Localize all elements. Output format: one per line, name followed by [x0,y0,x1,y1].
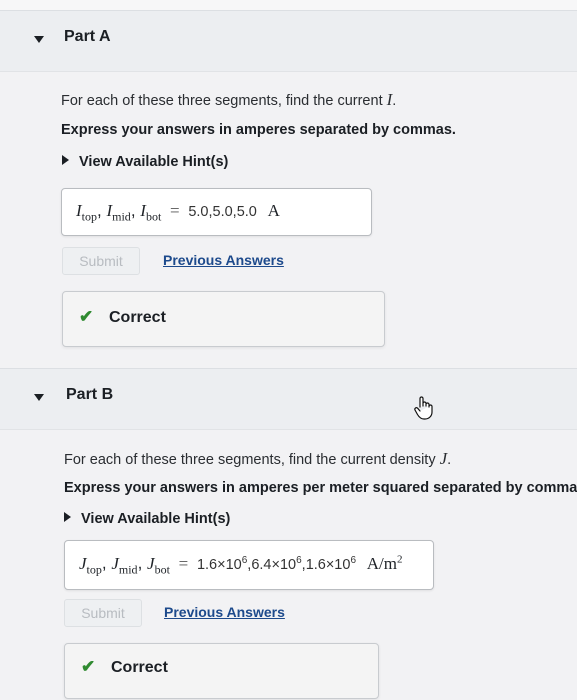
part-a-question: For each of these three segments, find t… [61,90,396,110]
part-a-header[interactable]: Part A [0,10,577,72]
part-a-answer-field[interactable]: Itop, Imid, Ibot = 5.0,5.0,5.0 A [61,188,372,236]
part-b-instruction: Express your answers in amperes per mete… [64,480,577,496]
equals-sign: = [170,201,180,220]
answer-label-j-bot: Jbot [147,553,170,577]
part-a-answer-expression: Itop, Imid, Ibot = 5.0,5.0,5.0 A [76,201,280,224]
part-a-title: Part A [64,28,111,45]
part-b-correct-label: Correct [111,659,168,676]
part-b-question-variable: J [439,449,448,468]
part-b-hint-label: View Available Hint(s) [81,511,231,527]
part-b-previous-answers-link[interactable]: Previous Answers [164,604,285,620]
caret-right-icon [64,512,71,522]
caret-right-icon [62,155,69,165]
part-b-question: For each of these three segments, find t… [64,449,451,469]
part-a-hint-label: View Available Hint(s) [79,154,229,170]
part-a-previous-answers-link[interactable]: Previous Answers [163,252,284,268]
answer-label-i-bot: Ibot [140,201,162,224]
part-b-header[interactable]: Part B [0,368,577,430]
part-a-question-text: For each of these three segments, find t… [61,93,383,109]
caret-down-icon[interactable] [34,394,44,401]
part-a-correct-label: Correct [109,309,166,326]
part-b-answer-value: 1.6×106,6.4×106,1.6×106 [196,554,357,573]
part-a-submit-button[interactable]: Submit [62,247,140,275]
part-b-correct-feedback: ✔ Correct [64,643,379,699]
part-a-instruction: Express your answers in amperes separate… [61,122,456,138]
part-a-answer-value: 5.0,5.0,5.0 [188,204,257,220]
part-a-correct-feedback: ✔ Correct [62,291,385,347]
hand-pointer-icon [414,396,433,420]
part-b-question-end: . [447,452,452,468]
equals-sign: = [178,553,189,573]
checkmark-icon: ✔ [79,307,94,326]
part-b-answer-field[interactable]: Jtop, Jmid, Jbot = 1.6×106,6.4×106,1.6×1… [64,540,434,590]
part-b-answer-unit: A/m2 [366,553,403,573]
part-b-submit-button[interactable]: Submit [64,599,142,627]
part-a-question-end: . [392,93,397,109]
answer-label-i-top: Itop [76,201,98,224]
part-b-answer-expression: Jtop, Jmid, Jbot = 1.6×106,6.4×106,1.6×1… [79,553,403,577]
part-b-question-text: For each of these three segments, find t… [64,452,436,468]
part-b-hint-toggle[interactable]: View Available Hint(s) [64,511,230,527]
answer-label-j-mid: Jmid [111,553,138,577]
part-b-title: Part B [66,386,114,403]
checkmark-icon: ✔ [81,657,96,676]
part-a-hint-toggle[interactable]: View Available Hint(s) [62,154,228,170]
answer-label-i-mid: Imid [106,201,131,224]
answer-label-j-top: Jtop [79,553,102,577]
caret-down-icon[interactable] [34,36,44,43]
part-a-answer-unit: A [267,201,280,220]
